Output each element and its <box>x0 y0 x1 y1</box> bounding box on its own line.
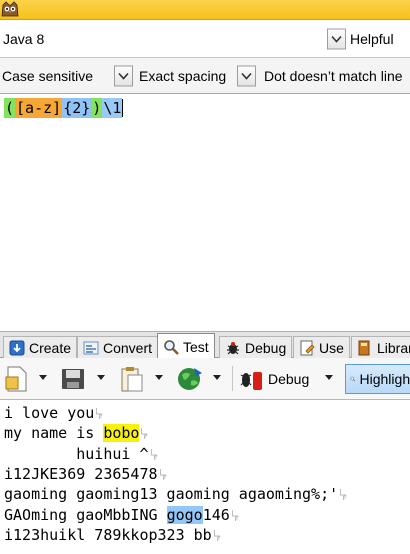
tab-label: Library <box>377 339 410 356</box>
tab-create[interactable]: Create <box>3 336 78 358</box>
chevron-down-icon <box>241 72 252 80</box>
line-text: 146 <box>202 505 230 524</box>
chevron-down-icon <box>118 72 129 80</box>
test-line: my name is bobo <box>4 423 148 443</box>
dot-option-value[interactable]: Dot doesn’t match line <box>264 68 403 84</box>
regex-token: [a-z] <box>15 98 63 118</box>
test-line: GAOming gaoMbbING gogo146 <box>4 505 239 525</box>
dropdown-arrow-icon[interactable] <box>38 374 48 382</box>
clipboard-icon[interactable] <box>118 365 144 393</box>
magnifier-icon <box>164 339 179 355</box>
line-text: my name is <box>4 424 104 443</box>
highlight-label: Highlight <box>359 371 410 387</box>
chevron-down-icon <box>331 35 342 43</box>
line-text: i love you <box>4 404 95 422</box>
line-break-icon <box>213 526 221 541</box>
tab-use[interactable]: Use <box>293 336 350 358</box>
tab-label: Use <box>319 339 344 356</box>
line-break-icon <box>339 485 347 501</box>
dropdown-arrow-icon[interactable] <box>212 374 222 382</box>
tab-convert[interactable]: Convert <box>77 336 159 358</box>
regex-token: \1 <box>102 98 123 118</box>
app-owl-icon <box>1 1 19 17</box>
line-break-icon <box>95 404 103 419</box>
tab-label: Convert <box>103 339 153 356</box>
toolbar-separator <box>232 366 233 391</box>
test-line: i123huikl 789kkop323 bb <box>4 525 221 545</box>
test-toolbar: Debug Highlight <box>0 358 410 400</box>
line-text: i123huikl 789kkop323 bb <box>4 525 212 544</box>
test-line: huihui ^ <box>4 444 158 464</box>
tab-label: Debug <box>245 339 287 356</box>
regex-expression[interactable]: ([a-z] {2}) \1 <box>4 98 124 118</box>
flavor-select-value[interactable]: Java 8 <box>3 31 44 47</box>
test-line: i love you <box>4 403 103 423</box>
debug-button[interactable]: Debug <box>238 365 309 393</box>
test-line: gaoming gaoming13 gaoming agaoming%;' <box>4 484 347 504</box>
flavor-row: Java 8 Helpful <box>0 20 410 58</box>
debug-button-label: Debug <box>268 371 310 387</box>
tab-label: Test <box>183 338 209 355</box>
library-icon <box>358 340 370 355</box>
highlight-toggle[interactable]: Highlight <box>345 364 410 394</box>
line-text: GAOming gaoMbbING <box>4 505 167 524</box>
tab-strip: Create Convert Test Debug Use Libra <box>0 332 410 359</box>
dropdown-arrow-icon[interactable] <box>154 374 164 382</box>
line-break-icon <box>150 445 158 460</box>
spacing-dropdown-button[interactable] <box>237 65 256 86</box>
text-caret <box>122 99 124 117</box>
magnifier-icon <box>350 376 356 382</box>
test-line: i12JKE369 2365478 <box>4 464 167 484</box>
options-row: Case sensitive Exact spacing Dot doesn’t… <box>0 58 410 94</box>
convert-icon <box>83 341 99 354</box>
bug-icon <box>227 341 239 354</box>
line-break-icon <box>231 506 239 521</box>
tab-debug[interactable]: Debug <box>219 336 293 358</box>
match-highlight: gogo <box>166 505 203 524</box>
regex-token: {2} <box>62 98 92 118</box>
tab-label: Create <box>29 339 72 356</box>
create-icon <box>9 340 25 355</box>
dropdown-arrow-icon[interactable] <box>96 374 106 382</box>
regex-editor[interactable]: ([a-z] {2}) \1 <box>0 94 410 332</box>
spacing-option-value[interactable]: Exact spacing <box>139 68 226 84</box>
line-text: huihui ^ <box>4 444 149 463</box>
line-text: i12JKE369 2365478 <box>4 464 158 483</box>
match-highlight: bobo <box>103 424 140 443</box>
use-icon <box>300 340 315 355</box>
tab-test[interactable]: Test <box>157 333 215 359</box>
case-option-value[interactable]: Case sensitive <box>2 68 93 84</box>
tab-library[interactable]: Library <box>351 336 410 358</box>
test-subject-text[interactable]: i love you my name is bobo huihui ^ i12JKE… <box>0 400 410 554</box>
help-mode-select-value[interactable]: Helpful <box>350 31 394 47</box>
line-break-icon <box>159 465 167 480</box>
bug-icon <box>240 372 262 390</box>
regex-token: ( <box>4 98 16 118</box>
regex-token: ) <box>91 98 103 118</box>
case-dropdown-button[interactable] <box>114 65 133 86</box>
top-strip <box>0 0 410 20</box>
web-globe-icon[interactable] <box>176 365 204 393</box>
line-break-icon <box>140 424 148 440</box>
flavor-dropdown-button[interactable] <box>327 28 346 49</box>
save-icon[interactable] <box>60 365 86 393</box>
new-document-icon[interactable] <box>4 365 30 393</box>
line-text: gaoming gaoming13 gaoming agaoming%;' <box>4 485 339 504</box>
dropdown-arrow-icon[interactable] <box>324 374 334 382</box>
